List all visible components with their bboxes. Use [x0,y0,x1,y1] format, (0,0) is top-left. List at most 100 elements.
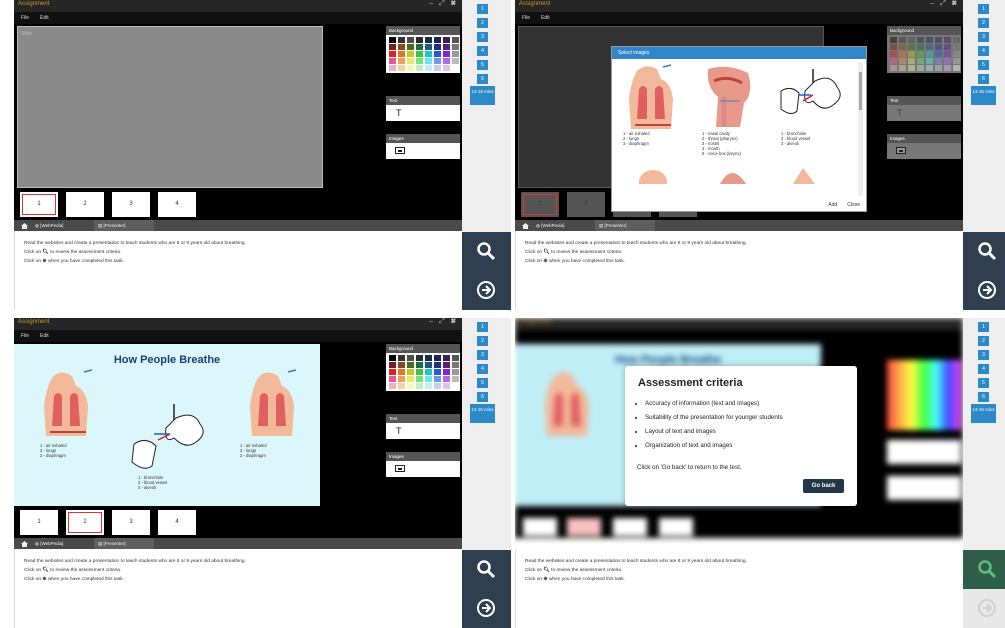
color-swatch[interactable] [407,44,414,50]
color-swatch[interactable] [935,44,942,50]
question-number-3[interactable]: 3 [477,32,488,42]
review-criteria-button[interactable] [462,232,511,271]
color-swatch[interactable] [926,44,933,50]
question-number-6[interactable]: 6 [978,392,989,402]
color-swatch[interactable] [416,355,423,361]
color-swatch[interactable] [917,44,924,50]
color-swatch[interactable] [425,65,432,71]
color-swatch[interactable] [425,44,432,50]
color-swatch[interactable] [389,51,396,57]
color-swatch[interactable] [434,65,441,71]
window-controls[interactable]: – ⤢ ✖ [429,0,458,8]
page-thumb-2[interactable]: 2 [66,192,104,217]
color-swatch[interactable] [944,37,951,43]
color-swatch[interactable] [389,65,396,71]
image-option-alveoli[interactable]: 1 - bronchiole 2 - blood vessel 3 - alve… [773,61,849,164]
tab-presenter[interactable]: ▤ [Presenter] [94,220,154,231]
color-swatch[interactable] [407,58,414,64]
alveoli-illustration[interactable] [124,404,214,474]
color-swatch[interactable] [926,51,933,57]
color-swatch[interactable] [926,65,933,71]
color-swatch[interactable] [407,355,414,361]
color-swatch[interactable] [389,369,396,375]
color-swatch[interactable] [434,58,441,64]
window-controls[interactable]: – ⤢ ✖ [429,318,458,326]
color-swatch[interactable] [389,355,396,361]
color-swatch[interactable] [407,369,414,375]
color-swatch[interactable] [899,65,906,71]
color-swatch[interactable] [890,37,897,43]
next-task-button[interactable] [462,589,511,628]
text-tool-icon[interactable]: T [396,426,402,436]
tab-webpedia[interactable]: ◍ [WebPedia] [31,220,67,231]
color-swatch[interactable] [452,369,459,375]
color-swatch[interactable] [926,37,933,43]
color-swatch[interactable] [416,376,423,382]
image-option-throat[interactable] [694,164,770,184]
color-swatch[interactable] [452,362,459,368]
color-swatch[interactable] [452,355,459,361]
color-swatch[interactable] [890,58,897,64]
color-swatch[interactable] [425,58,432,64]
question-number-2[interactable]: 2 [477,18,488,28]
color-swatch[interactable] [389,37,396,43]
color-swatch[interactable] [935,58,942,64]
question-number-4[interactable]: 4 [978,46,989,56]
color-swatch[interactable] [425,37,432,43]
color-swatch[interactable] [944,58,951,64]
color-swatch[interactable] [434,355,441,361]
color-swatch[interactable] [443,37,450,43]
question-number-6[interactable]: 6 [477,392,488,402]
color-swatch[interactable] [917,37,924,43]
color-swatch[interactable] [398,355,405,361]
question-number-3[interactable]: 3 [477,350,488,360]
color-swatch[interactable] [443,44,450,50]
scroll-thumb[interactable] [859,72,862,110]
color-swatch[interactable] [443,376,450,382]
color-swatch[interactable] [416,44,423,50]
color-swatch[interactable] [944,44,951,50]
text-tool-icon[interactable]: T [897,108,903,118]
color-swatch[interactable] [407,37,414,43]
question-number-1[interactable]: 1 [477,4,488,14]
color-swatch[interactable] [908,44,915,50]
color-swatch[interactable] [953,65,960,71]
tab-webpedia[interactable]: ◍ [WebPedia] [532,220,568,231]
color-swatch[interactable] [425,355,432,361]
close-button[interactable]: Close [847,202,860,208]
page-thumb-4[interactable]: 4 [158,510,196,535]
color-swatch[interactable] [398,37,405,43]
color-swatch[interactable] [899,51,906,57]
color-swatch[interactable] [452,376,459,382]
color-swatch[interactable] [443,65,450,71]
question-number-1[interactable]: 1 [978,4,989,14]
image-tool-icon[interactable] [395,465,405,472]
tab-presenter[interactable]: ▤ [Presenter] [94,538,154,549]
color-swatch[interactable] [407,65,414,71]
question-number-6[interactable]: 6 [477,74,488,84]
color-swatch[interactable] [389,376,396,382]
next-task-button[interactable] [963,271,1005,310]
color-swatch[interactable] [389,44,396,50]
color-swatch[interactable] [425,51,432,57]
color-swatch[interactable] [443,362,450,368]
color-swatch[interactable] [398,65,405,71]
color-swatch[interactable] [416,51,423,57]
dialog-scrollbar[interactable] [858,62,863,196]
page-thumb-4[interactable]: 4 [158,192,196,217]
question-number-4[interactable]: 4 [477,364,488,374]
menu-edit[interactable]: Edit [541,15,550,21]
image-option-lungs-2[interactable] [773,164,849,184]
review-criteria-button[interactable] [963,550,1005,589]
color-swatch[interactable] [407,51,414,57]
color-swatch[interactable] [416,362,423,368]
color-swatch[interactable] [917,51,924,57]
color-swatch[interactable] [398,369,405,375]
window-controls[interactable]: – ⤢ ✖ [930,0,959,8]
question-number-4[interactable]: 4 [978,364,989,374]
page-thumb-3[interactable]: 3 [112,510,150,535]
question-number-5[interactable]: 5 [477,378,488,388]
color-swatch[interactable] [389,362,396,368]
question-number-5[interactable]: 5 [978,60,989,70]
color-swatch[interactable] [926,58,933,64]
